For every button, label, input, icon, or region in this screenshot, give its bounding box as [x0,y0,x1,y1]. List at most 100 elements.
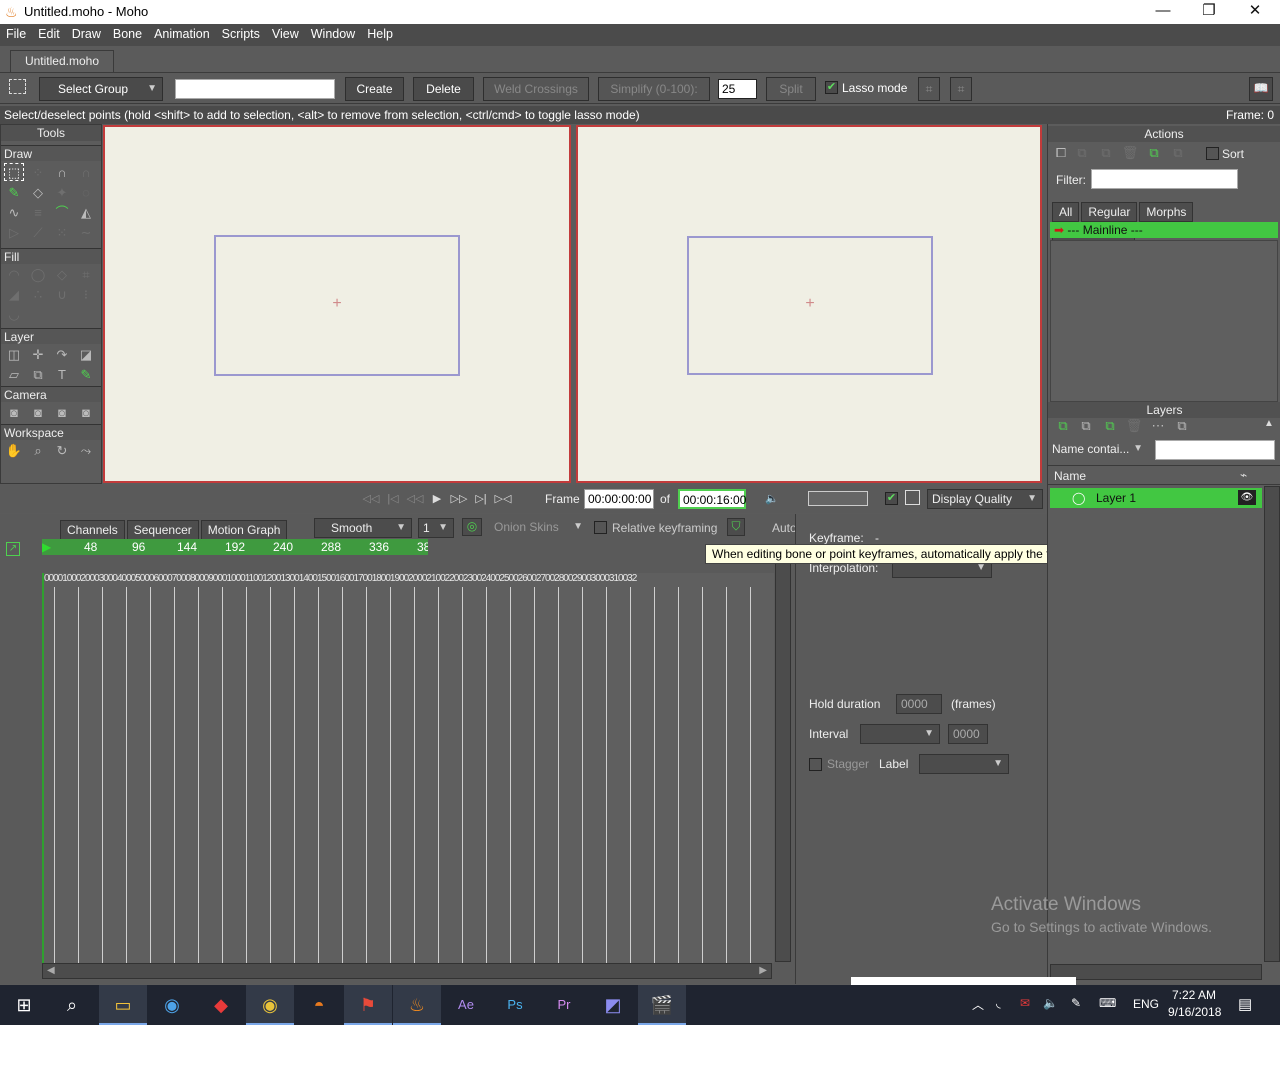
display-quality-dropdown[interactable]: Display Quality ▼ [927,489,1043,509]
moho-icon[interactable]: ♨ [393,985,441,1025]
duplicate-action-icon[interactable]: ⧉ [1070,144,1094,162]
channel-expand-icon[interactable]: ↗ [6,542,20,556]
pen-icon[interactable]: ✎ [1071,996,1081,1010]
roll-camera-icon[interactable]: ◙ [52,404,72,422]
app-icon[interactable]: ◓ [295,985,343,1025]
shear-layer-icon[interactable]: ▱ [4,366,24,384]
rename-action-icon[interactable]: ⧉ [1094,144,1118,162]
photoshop-icon[interactable]: Ps [491,985,539,1025]
create-button[interactable]: Create [345,77,404,101]
tab-morphs[interactable]: Morphs [1139,202,1194,222]
flip-layer-icon[interactable]: ⧉ [28,366,48,384]
network-icon[interactable]: ◟ [996,996,1001,1010]
anydesk-icon[interactable]: ◆ [197,985,245,1025]
blend-icon[interactable]: ≡ [28,204,48,222]
noise-icon[interactable]: ◌ [76,184,96,202]
clapper-icon[interactable]: 🎬 [638,985,686,1025]
menu-help[interactable]: Help [361,24,399,41]
select-group-dropdown[interactable]: Select Group ▼ [39,77,163,101]
warp-icon[interactable]: ⟋ [28,224,48,242]
timeline-hscroll[interactable]: ◀ ▶ [42,963,772,979]
maximize-button[interactable]: ❐ [1186,0,1232,24]
orbit-icon[interactable]: ⤳ [76,442,96,460]
menu-file[interactable]: File [0,24,32,41]
tab-regular[interactable]: Regular [1081,202,1138,222]
freehand-tool-icon[interactable]: ∿ [4,204,24,222]
app-icon-2[interactable]: ⚑ [344,985,392,1025]
onion-skin-icon[interactable]: ◎ [462,518,482,536]
delete-button[interactable]: Delete [413,77,474,101]
add-point-icon[interactable]: ✎ [4,184,24,202]
file-explorer-icon[interactable]: ▭ [99,985,147,1025]
search-icon[interactable]: ⌕ [48,985,96,1025]
volume-icon[interactable]: 🔈 [1043,996,1058,1010]
loop-icon[interactable]: ▷◁ [492,489,514,509]
eyedropper-icon[interactable]: ✎ [76,366,96,384]
viewport-left[interactable]: + [103,125,571,483]
menu-animation[interactable]: Animation [148,24,216,41]
layer-settings-icon[interactable]: ⧉ [1170,417,1194,435]
language-indicator[interactable]: ENG [1133,997,1159,1011]
tab-sequencer[interactable]: Sequencer [126,520,199,540]
name-filter-dropdown[interactable]: Name contai... ▼ [1048,440,1148,460]
new-action-icon[interactable]: ⧠ [1052,144,1070,162]
book-icon[interactable]: 📖 [1249,77,1273,101]
rewind-icon[interactable]: ◁◁ [360,489,382,509]
menu-draw[interactable]: Draw [66,24,107,41]
interpolation-dropdown[interactable]: Smooth ▼ [314,518,412,538]
premiere-icon[interactable]: Pr [540,985,588,1025]
menu-view[interactable]: View [266,24,305,41]
text-icon[interactable]: T [52,366,72,384]
more-icon[interactable]: ⋯ [1146,417,1170,435]
menu-scripts[interactable]: Scripts [216,24,266,41]
quality-checkbox[interactable]: ✔ [885,492,898,505]
view-layout-icons[interactable] [808,491,868,506]
step-back-icon[interactable]: ◁◁ [404,489,426,509]
layer-search-input[interactable] [1155,440,1275,460]
media-encoder-icon[interactable]: ◩ [589,985,637,1025]
scroll-right-icon[interactable]: ▶ [759,965,767,976]
perspective-icon[interactable]: ⌒ [52,204,72,222]
browser-icon[interactable]: ◉ [148,985,196,1025]
insert-action-icon[interactable]: ⧉ [1142,144,1166,162]
group-name-input[interactable] [175,79,335,99]
curve-profile-icon[interactable]: ∼ [76,224,96,242]
interval-input[interactable]: 0000 [948,724,988,744]
select-points-tool-icon[interactable]: ⬚ [4,163,24,181]
antivirus-icon[interactable]: ✉ [1020,996,1030,1010]
simplify-button[interactable]: Simplify (0-100): [598,77,710,101]
chrome-icon[interactable]: ◉ [246,985,294,1025]
freeze-icon[interactable]: ⛉ [727,518,745,536]
delete-edge-icon[interactable]: ✦ [52,184,72,202]
delete-action-icon[interactable]: 🗑 [1118,144,1142,162]
clock-time[interactable]: 7:22 AM [1172,988,1216,1002]
frame-icon[interactable] [905,490,920,505]
close-button[interactable]: ✕ [1232,0,1278,24]
curve-exposure-icon[interactable]: ⁝ [76,286,96,304]
simplify-input[interactable]: 25 [718,79,757,99]
minimize-button[interactable]: — [1140,0,1186,24]
notifications-icon[interactable]: ▤ [1238,995,1252,1013]
zoom-camera-icon[interactable]: ◙ [28,404,48,422]
last-frame-icon[interactable]: ▷| [470,489,492,509]
color-points-icon[interactable]: ◡ [4,306,24,324]
create-shape-icon[interactable]: ◯ [28,266,48,284]
hide-edge-icon[interactable]: ∴ [28,286,48,304]
reference-action-icon[interactable]: ⧉ [1166,144,1190,162]
scroll-left-icon[interactable]: ◀ [47,965,55,976]
line-width-icon[interactable]: ◢ [4,286,24,304]
hand-icon[interactable]: ✋ [4,442,24,460]
menu-window[interactable]: Window [305,24,361,41]
step-forward-icon[interactable]: ▷▷ [448,489,470,509]
set-origin-icon[interactable]: ◫ [4,346,24,364]
translate-layer-icon[interactable]: ✛ [28,346,48,364]
triangles-icon[interactable]: ◭ [76,204,96,222]
weld-crossings-button[interactable]: Weld Crossings [483,77,589,101]
freehand-icon[interactable]: ⌗ [918,77,940,101]
sound-icon[interactable]: 🔈 [761,489,783,509]
collapse-icon[interactable]: ▲ [1264,418,1274,429]
clock-date[interactable]: 9/16/2018 [1168,1005,1221,1019]
stagger-checkbox[interactable] [809,758,822,771]
tray-chevron-icon[interactable]: ︿ [972,996,984,1013]
after-effects-icon[interactable]: Ae [442,985,490,1025]
